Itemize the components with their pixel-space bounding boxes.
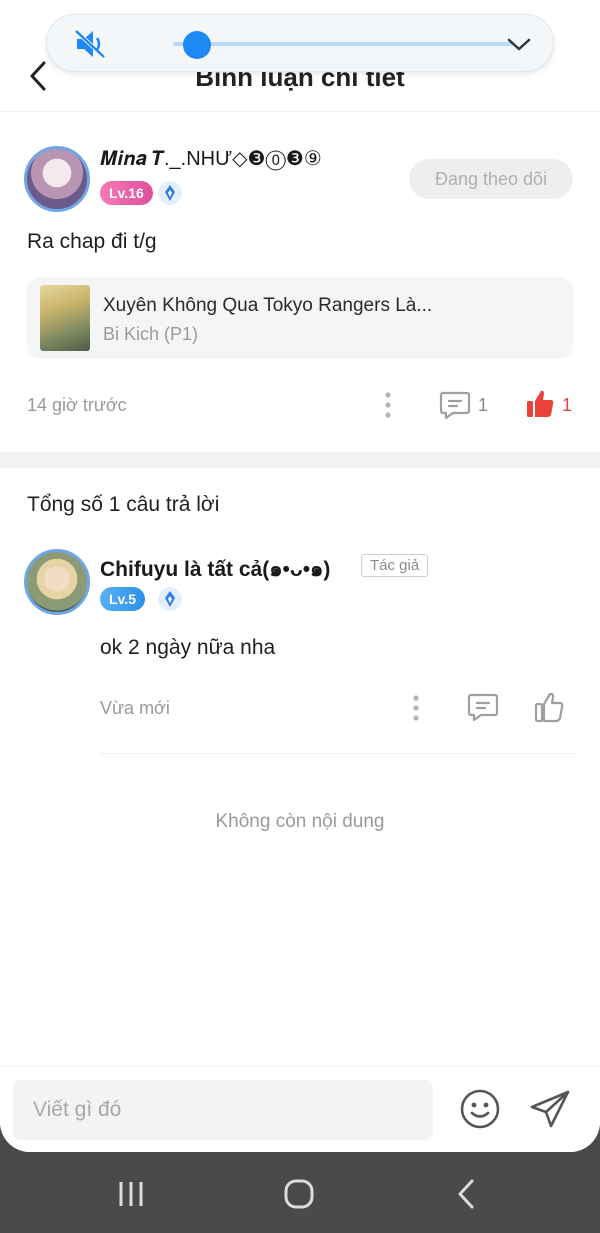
avatar[interactable]: [24, 549, 90, 615]
chapter-title: Xuyên Không Qua Tokyo Rangers Là...: [103, 295, 433, 316]
volume-slider-thumb[interactable]: [182, 31, 211, 59]
more-vertical-icon[interactable]: [404, 694, 428, 722]
reply-count: 1: [478, 395, 489, 415]
volume-track[interactable]: [173, 42, 513, 46]
chevron-down-icon[interactable]: [505, 31, 533, 57]
system-navigation-bar: [0, 1152, 600, 1233]
comment-text: Ra chap đi t/g: [27, 230, 157, 253]
chapter-thumbnail: [40, 285, 90, 351]
divider: [100, 753, 576, 754]
comment-username[interactable]: 𝑴𝒊𝒏𝒂 𝑻._.NHƯ◇❸⓪❸⑨: [100, 146, 322, 171]
home-icon[interactable]: [279, 1174, 319, 1214]
avatar[interactable]: [24, 146, 90, 212]
thumbs-up-icon[interactable]: [533, 690, 565, 724]
follow-button[interactable]: Đang theo dõi: [409, 159, 573, 199]
emoji-icon[interactable]: [459, 1088, 501, 1130]
comment-detail-screen: Bình luận chi tiết 𝑴𝒊𝒏𝒂 𝑻._.NHƯ◇❸⓪❸⑨ Lv.…: [0, 0, 600, 1152]
comment-icon[interactable]: [467, 692, 499, 722]
total-replies-label: Tổng số 1 câu trả lời: [27, 493, 220, 516]
comment-input-bar: [0, 1066, 600, 1152]
reply-time: Vừa mới: [100, 698, 170, 718]
volume-panel: [46, 14, 554, 72]
author-tag: Tác giả: [361, 554, 429, 577]
gem-icon: [158, 181, 182, 205]
comment-icon[interactable]: [439, 390, 471, 420]
more-vertical-icon[interactable]: [376, 391, 400, 419]
comment-input[interactable]: [13, 1080, 433, 1140]
comment-time: 14 giờ trước: [27, 395, 127, 415]
level-badge: Lv.16: [100, 181, 153, 205]
gem-icon: [158, 587, 182, 611]
reply-text: ok 2 ngày nữa nha: [100, 636, 276, 659]
level-badge: Lv.5: [100, 587, 145, 611]
reply-username[interactable]: Chifuyu là tất cả(๑•ᴗ•๑): [100, 553, 330, 586]
mute-icon[interactable]: [73, 28, 107, 60]
like-count: 1: [562, 395, 573, 415]
nav-back-icon[interactable]: [447, 1174, 487, 1214]
section-separator: [0, 452, 600, 468]
chapter-subtitle: Bi Kich (P1): [103, 324, 199, 344]
recent-apps-icon[interactable]: [111, 1174, 151, 1214]
thumbs-up-icon[interactable]: [525, 388, 555, 420]
send-icon[interactable]: [529, 1088, 571, 1130]
chapter-card[interactable]: Xuyên Không Qua Tokyo Rangers Là... Bi K…: [27, 277, 573, 359]
end-of-content-label: Không còn nội dung: [215, 811, 385, 832]
